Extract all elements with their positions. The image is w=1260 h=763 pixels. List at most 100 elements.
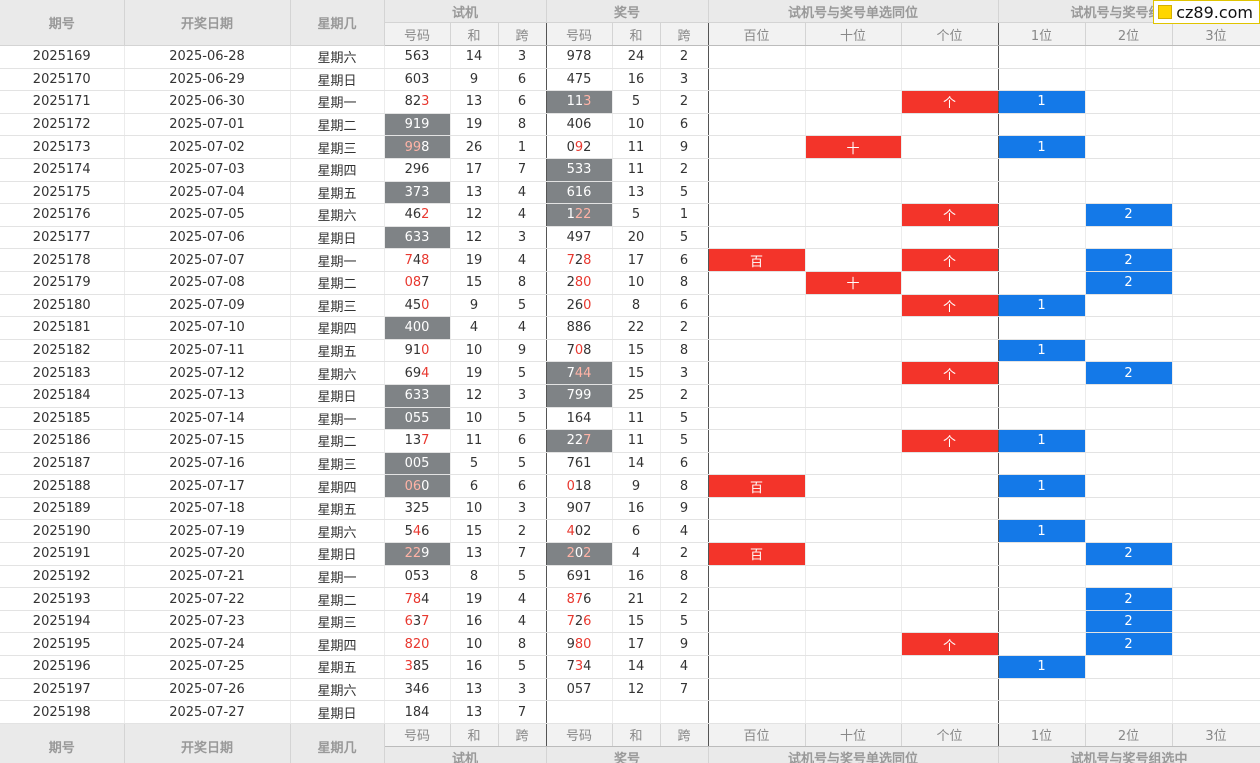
issue-cell: 2025178 [0,248,125,272]
table-row: 2025177 2025-07-06 星期日 633 12 3 497 20 5 [0,226,1260,250]
digit: 6 [404,71,413,87]
digit: 7 [412,184,422,200]
issue-cell: 2025183 [0,361,125,385]
weekday-cell: 星期三 [290,452,385,476]
combo-1-mark: 1 [998,294,1086,318]
combo-1-mark [998,384,1086,408]
combo-1-mark: 1 [998,135,1086,159]
combo-2-mark [1085,113,1173,137]
prize-number-cell: 113 [546,90,613,114]
pos-hundreds-mark: 百 [708,248,806,272]
combo-1-mark [998,158,1086,182]
digit: 9 [574,230,584,246]
issue-cell: 2025189 [0,497,125,521]
combo-1-mark: 1 [998,339,1086,363]
trial-sum-cell: 12 [450,226,499,250]
col-weekday-header[interactable]: 星期几 [290,0,385,46]
digit: 7 [421,433,430,449]
footer-combo-1: 1位 [998,723,1086,747]
combo-2-mark: 2 [1085,587,1173,611]
digit: 9 [566,636,575,652]
table-row: 2025193 2025-07-22 星期二 784 19 4 876 21 2 2 [0,587,1260,611]
weekday-cell: 星期四 [290,158,385,182]
site-logo[interactable]: cz89.com [1153,0,1260,24]
digit: 9 [574,139,584,155]
issue-cell: 2025179 [0,271,125,295]
digit: 4 [583,659,592,675]
combo-1-mark: 1 [998,90,1086,114]
digit: 8 [566,591,575,607]
digit: 9 [404,139,413,155]
pos-tens-mark [805,655,902,679]
combo-3-mark [1172,407,1260,431]
trial-number-cell: 462 [384,203,451,227]
table-row: 2025197 2025-07-26 星期六 346 13 3 057 12 7 [0,678,1260,702]
pos-tens-mark [805,519,902,544]
combo-2-header: 2位 [1085,22,1173,46]
combo-3-mark [1172,226,1260,250]
pos-hundreds-mark [708,497,806,521]
pos-units-mark [901,587,999,611]
col-date-header[interactable]: 开奖日期 [124,0,291,46]
col-issue-header[interactable]: 期号 [0,0,125,46]
prize-number-cell: 497 [546,226,613,250]
logo-square-icon [1158,5,1173,19]
trial-number-cell: 919 [384,113,451,137]
trial-number-cell: 053 [384,565,451,589]
trial-span-cell: 7 [498,700,547,724]
combo-2-mark [1085,90,1173,114]
trial-span-cell: 3 [498,497,547,521]
digit: 0 [583,297,592,313]
combo-3-mark [1172,135,1260,159]
prize-number-cell: 475 [546,68,613,92]
table-row: 2025191 2025-07-20 星期日 229 13 7 202 4 2 百 2 [0,542,1260,566]
pos-hundreds-mark [708,339,806,363]
pos-hundreds-mark [708,316,806,340]
date-cell: 2025-07-08 [124,271,291,295]
trial-number-cell: 005 [384,452,451,476]
pos-hundreds-mark [708,226,806,250]
digit: 4 [566,523,575,539]
prize-sum-cell: 11 [612,407,661,431]
digit: 2 [583,139,592,155]
trial-span-cell: 5 [498,361,547,385]
trial-span-cell: 8 [498,113,547,137]
digit: 0 [566,681,575,697]
footer-group-combo: 试机号与奖号组选中 [998,746,1260,763]
weekday-cell: 星期日 [290,226,385,250]
trial-sum-cell: 14 [450,45,499,69]
digit: 6 [574,455,584,471]
trial-sum-cell: 16 [450,610,499,634]
trial-sum-cell: 10 [450,632,499,657]
weekday-cell: 星期日 [290,700,385,724]
trial-span-cell: 4 [498,203,547,227]
digit: 0 [404,410,413,426]
combo-2-mark [1085,384,1173,408]
prize-span-header: 跨 [660,22,709,46]
digit: 9 [566,501,575,517]
trial-number-cell: 296 [384,158,451,182]
trial-sum-cell: 19 [450,248,499,272]
trial-number-cell: 184 [384,700,451,724]
issue-cell: 2025174 [0,158,125,182]
digit: 7 [574,49,584,65]
digit: 6 [574,297,584,313]
footer-date-header: 开奖日期 [124,723,291,763]
combo-3-mark [1172,294,1260,318]
trial-sum-cell: 12 [450,384,499,408]
combo-3-mark [1172,474,1260,498]
prize-span-cell: 9 [660,632,709,657]
digit: 9 [566,49,575,65]
pos-units-mark: 个 [901,361,999,385]
digit: 5 [412,297,422,313]
trial-sum-header: 和 [450,22,499,46]
trial-number-cell: 229 [384,542,451,566]
prize-sum-cell: 20 [612,226,661,250]
pos-units-mark [901,135,999,159]
prize-number-cell: 734 [546,655,613,679]
digit: 1 [583,568,592,584]
prize-number-cell [546,700,613,724]
date-cell: 2025-06-28 [124,45,291,69]
trial-number-cell: 784 [384,587,451,611]
digit: 5 [404,523,413,539]
